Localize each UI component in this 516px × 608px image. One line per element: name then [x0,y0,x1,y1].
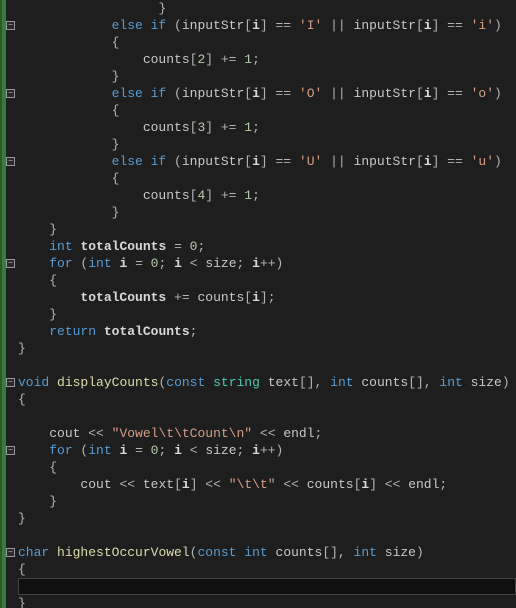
code-line[interactable]: { [18,561,516,578]
code-line[interactable]: totalCounts += counts[i]; [18,289,516,306]
code-line[interactable]: for (int i = 0; i < size; i++) [18,442,516,459]
code-editor[interactable]: } else if (inputStr[i] == 'I' || inputSt… [0,0,516,608]
code-line[interactable]: return totalCounts; [18,323,516,340]
code-line[interactable] [18,357,516,374]
code-line[interactable] [18,408,516,425]
code-line[interactable]: } [18,493,516,510]
code-line[interactable]: } [18,136,516,153]
code-line[interactable]: else if (inputStr[i] == 'O' || inputStr[… [18,85,516,102]
code-line[interactable]: } [18,0,516,17]
code-line[interactable] [18,578,516,595]
code-line[interactable]: } [18,306,516,323]
code-line[interactable]: char highestOccurVowel(const int counts[… [18,544,516,561]
code-line[interactable]: } [18,68,516,85]
gutter [0,0,18,608]
fold-toggle-icon[interactable] [6,446,15,455]
fold-toggle-icon[interactable] [6,21,15,30]
code-area[interactable]: } else if (inputStr[i] == 'I' || inputSt… [18,0,516,608]
code-line[interactable]: { [18,459,516,476]
code-line[interactable]: cout << "Vowel\t\tCount\n" << endl; [18,425,516,442]
code-line[interactable]: { [18,272,516,289]
code-line[interactable] [18,527,516,544]
code-line[interactable]: } [18,340,516,357]
fold-toggle-icon[interactable] [6,89,15,98]
code-line[interactable]: } [18,510,516,527]
code-line[interactable]: { [18,170,516,187]
code-line[interactable]: { [18,34,516,51]
code-line[interactable]: } [18,221,516,238]
code-line[interactable]: { [18,391,516,408]
code-line[interactable]: { [18,102,516,119]
code-line[interactable]: } [18,595,516,608]
code-line[interactable]: for (int i = 0; i < size; i++) [18,255,516,272]
fold-toggle-icon[interactable] [6,157,15,166]
code-line[interactable]: cout << text[i] << "\t\t" << counts[i] <… [18,476,516,493]
code-line[interactable]: counts[2] += 1; [18,51,516,68]
fold-toggle-icon[interactable] [6,259,15,268]
code-line[interactable]: else if (inputStr[i] == 'I' || inputStr[… [18,17,516,34]
fold-toggle-icon[interactable] [6,548,15,557]
code-line[interactable]: void displayCounts(const string text[], … [18,374,516,391]
code-line[interactable]: counts[4] += 1; [18,187,516,204]
fold-column [6,0,18,608]
code-line[interactable]: int totalCounts = 0; [18,238,516,255]
fold-toggle-icon[interactable] [6,378,15,387]
code-line[interactable]: } [18,204,516,221]
code-line[interactable]: counts[3] += 1; [18,119,516,136]
code-line[interactable]: else if (inputStr[i] == 'U' || inputStr[… [18,153,516,170]
